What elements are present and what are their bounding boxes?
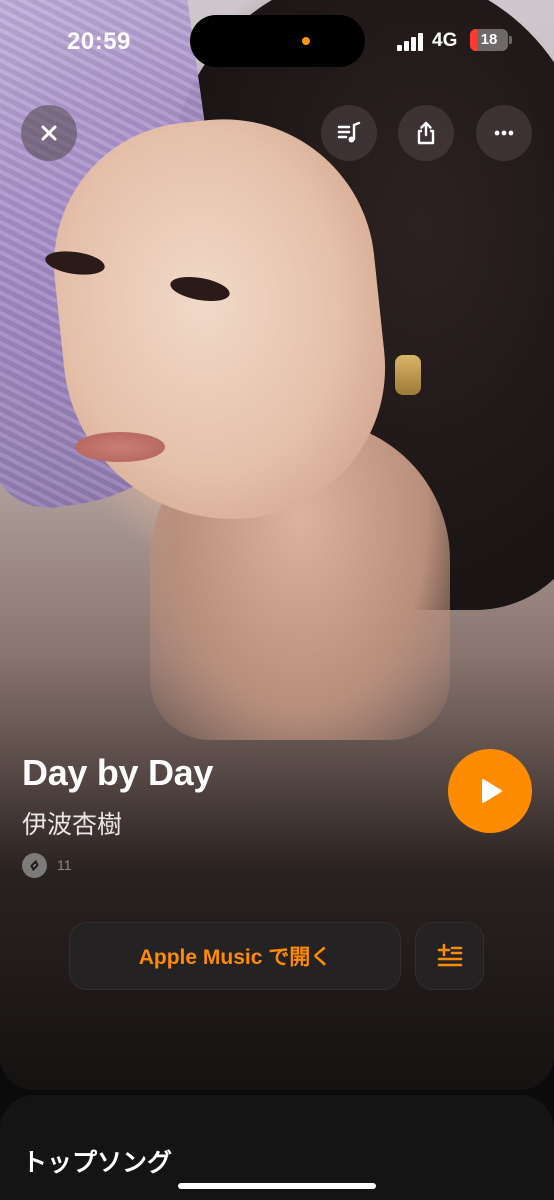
play-icon bbox=[482, 779, 502, 803]
play-button[interactable] bbox=[448, 749, 532, 833]
privacy-indicator-dot bbox=[302, 37, 310, 45]
music-note-list-icon bbox=[337, 121, 361, 143]
shazam-track-screen: 20:59 4G 18 Day by Day 伊波杏樹 11 Apple Mus… bbox=[0, 0, 554, 1200]
open-in-apple-music-button[interactable]: Apple Music で開く bbox=[69, 922, 401, 990]
cellular-signal-icon bbox=[397, 33, 425, 51]
add-to-queue-button[interactable] bbox=[415, 922, 484, 990]
add-to-queue-icon bbox=[437, 943, 462, 967]
dynamic-island bbox=[190, 15, 365, 67]
shazam-icon bbox=[22, 852, 47, 878]
status-bar: 20:59 4G 18 bbox=[0, 0, 554, 84]
lyrics-button[interactable] bbox=[321, 105, 377, 161]
home-indicator[interactable] bbox=[178, 1183, 376, 1189]
share-button[interactable] bbox=[398, 105, 454, 161]
network-type: 4G bbox=[432, 30, 458, 51]
close-button[interactable] bbox=[21, 105, 77, 161]
battery-percent: 18 bbox=[480, 31, 498, 48]
share-icon bbox=[417, 121, 435, 145]
battery-icon: 18 bbox=[470, 29, 508, 51]
track-artist[interactable]: 伊波杏樹 bbox=[22, 805, 122, 841]
ellipsis-icon bbox=[494, 130, 514, 136]
status-time: 20:59 bbox=[67, 28, 131, 55]
close-icon bbox=[41, 125, 57, 141]
top-songs-heading: トップソング bbox=[22, 1148, 173, 1177]
battery-tip bbox=[509, 36, 512, 44]
shazam-count: 11 bbox=[57, 857, 72, 873]
shazam-count-row: 11 bbox=[22, 852, 72, 878]
more-button[interactable] bbox=[476, 105, 532, 161]
track-title: Day by Day bbox=[22, 752, 214, 793]
